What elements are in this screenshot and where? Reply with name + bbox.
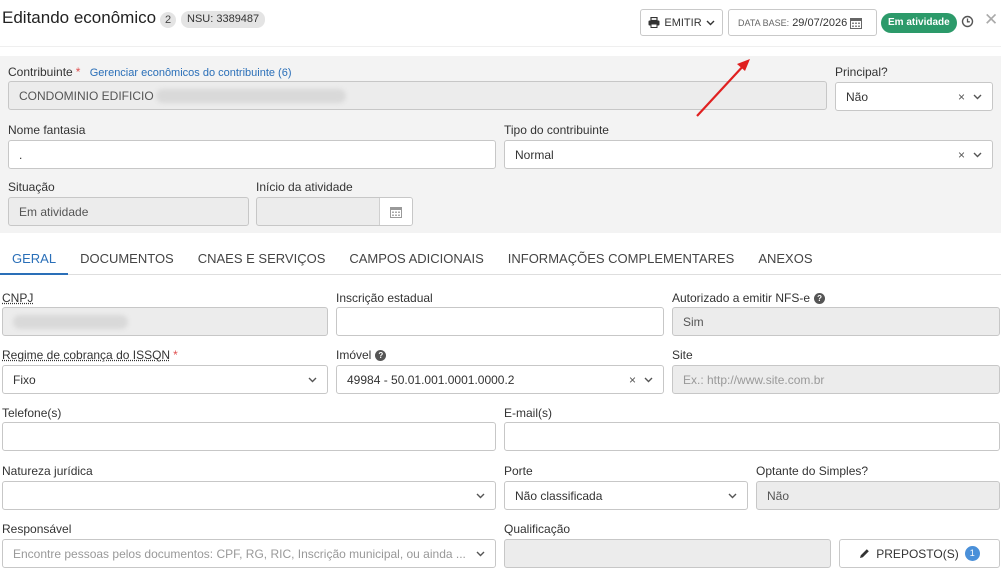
natureza-juridica-select[interactable] xyxy=(2,481,496,510)
tipo-contribuinte-label: Tipo do contribuinte xyxy=(504,123,609,137)
porte-value: Não classificada xyxy=(515,489,602,503)
status-badge: Em atividade xyxy=(881,13,957,33)
qualificacao-label: Qualificação xyxy=(504,522,570,536)
responsavel-label: Responsável xyxy=(2,522,71,536)
imovel-select[interactable]: 49984 - 50.01.001.0001.0000.2 × xyxy=(336,365,664,394)
cnpj-field[interactable] xyxy=(2,307,328,336)
clear-icon[interactable]: × xyxy=(958,90,965,104)
nome-fantasia-input[interactable]: . xyxy=(8,140,496,169)
data-base-picker[interactable]: DATA BASE: 29/07/2026 xyxy=(728,9,877,36)
nsu-badge: NSU: 3389487 xyxy=(181,11,265,28)
tab-cnaes-servicos[interactable]: CNAES E SERVIÇOS xyxy=(186,243,338,275)
chevron-down-icon xyxy=(476,493,485,499)
natureza-juridica-label: Natureza jurídica xyxy=(2,464,93,478)
pencil-icon xyxy=(859,548,870,559)
contribuinte-label-row: Contribuinte * Gerenciar econômicos do co… xyxy=(8,65,292,79)
prepostos-button[interactable]: PREPOSTO(S) 1 xyxy=(839,539,1000,568)
principal-value: Não xyxy=(846,90,868,104)
required-marker: * xyxy=(173,348,178,362)
chevron-down-icon xyxy=(706,20,715,26)
annotation-arrow-icon xyxy=(690,55,760,120)
regime-value: Fixo xyxy=(13,373,36,387)
site-input[interactable]: Ex.: http://www.site.com.br xyxy=(672,365,1000,394)
telefone-input[interactable] xyxy=(2,422,496,451)
chevron-down-icon xyxy=(476,551,485,557)
required-marker: * xyxy=(76,65,81,79)
situacao-field[interactable]: Em atividade xyxy=(8,197,249,226)
contribuinte-value: CONDOMINIO EDIFICIO xyxy=(19,89,154,103)
tab-bar: GERAL DOCUMENTOS CNAES E SERVIÇOS CAMPOS… xyxy=(0,243,1001,275)
prepostos-count: 1 xyxy=(965,546,980,561)
chevron-down-icon xyxy=(973,152,982,158)
inicio-atividade-label: Início da atividade xyxy=(256,180,353,194)
porte-label: Porte xyxy=(504,464,533,478)
chevron-down-icon xyxy=(644,377,653,383)
emitir-button[interactable]: EMITIR xyxy=(640,9,723,36)
responsavel-placeholder: Encontre pessoas pelos documentos: CPF, … xyxy=(13,547,466,561)
chevron-down-icon xyxy=(728,493,737,499)
inicio-atividade-input[interactable] xyxy=(256,197,413,226)
inscricao-estadual-input[interactable] xyxy=(336,307,664,336)
close-icon[interactable]: ✕ xyxy=(984,11,998,28)
nfse-label-row: Autorizado a emitir NFS-e? xyxy=(672,291,825,305)
imovel-value: 49984 - 50.01.001.0001.0000.2 xyxy=(347,373,514,387)
site-label: Site xyxy=(672,348,693,362)
telefone-label: Telefone(s) xyxy=(2,406,61,420)
printer-icon xyxy=(648,17,660,28)
inscricao-estadual-label: Inscrição estadual xyxy=(336,291,433,305)
principal-select[interactable]: Não × xyxy=(835,82,993,111)
imovel-label: Imóvel xyxy=(336,348,371,362)
regime-label-row: Regime de cobrança do ISSQN * xyxy=(2,348,178,362)
email-label: E-mail(s) xyxy=(504,406,552,420)
clear-icon[interactable]: × xyxy=(629,373,636,387)
calendar-icon xyxy=(850,17,862,29)
nome-fantasia-label: Nome fantasia xyxy=(8,123,85,137)
contribuinte-label: Contribuinte xyxy=(8,65,73,79)
redacted-text xyxy=(13,315,128,329)
site-placeholder: Ex.: http://www.site.com.br xyxy=(683,373,824,387)
tab-documentos[interactable]: DOCUMENTOS xyxy=(68,243,186,275)
prepostos-label: PREPOSTO(S) xyxy=(876,547,958,561)
page-title: Editando econômico xyxy=(2,8,156,28)
clear-icon[interactable]: × xyxy=(958,148,965,162)
nfse-field[interactable]: Sim xyxy=(672,307,1000,336)
regime-label: Regime de cobrança do ISSQN xyxy=(2,348,170,362)
data-base-label: DATA BASE: xyxy=(738,18,789,28)
data-base-value: 29/07/2026 xyxy=(792,17,847,29)
tab-anexos[interactable]: ANEXOS xyxy=(746,243,824,275)
porte-select[interactable]: Não classificada xyxy=(504,481,748,510)
situacao-label: Situação xyxy=(8,180,55,194)
chevron-down-icon xyxy=(973,94,982,100)
nfse-value: Sim xyxy=(683,315,704,329)
tab-campos-adicionais[interactable]: CAMPOS ADICIONAIS xyxy=(337,243,495,275)
history-icon[interactable] xyxy=(961,15,974,28)
emitir-label: EMITIR xyxy=(664,17,701,29)
calendar-icon xyxy=(390,206,402,218)
optante-simples-value: Não xyxy=(767,489,789,503)
tab-geral[interactable]: GERAL xyxy=(0,243,68,275)
optante-simples-field[interactable]: Não xyxy=(756,481,1000,510)
nome-fantasia-value: . xyxy=(19,148,22,162)
principal-label: Principal? xyxy=(835,65,888,79)
redacted-text xyxy=(156,89,346,103)
qualificacao-field[interactable] xyxy=(504,539,831,568)
imovel-label-row: Imóvel? xyxy=(336,348,386,362)
help-icon[interactable]: ? xyxy=(375,350,386,361)
gerenciar-economicos-link[interactable]: Gerenciar econômicos do contribuinte (6) xyxy=(90,67,292,79)
situacao-value: Em atividade xyxy=(19,205,88,219)
responsavel-select[interactable]: Encontre pessoas pelos documentos: CPF, … xyxy=(2,539,496,568)
calendar-button[interactable] xyxy=(379,198,412,225)
chevron-down-icon xyxy=(308,377,317,383)
cnpj-label: CNPJ xyxy=(2,291,33,305)
help-icon[interactable]: ? xyxy=(814,293,825,304)
nfse-label: Autorizado a emitir NFS-e xyxy=(672,291,810,305)
tipo-contribuinte-value: Normal xyxy=(515,148,554,162)
email-input[interactable] xyxy=(504,422,1000,451)
regime-select[interactable]: Fixo xyxy=(2,365,328,394)
optante-simples-label: Optante do Simples? xyxy=(756,464,868,478)
tab-informacoes-complementares[interactable]: INFORMAÇÕES COMPLEMENTARES xyxy=(496,243,747,275)
tipo-contribuinte-select[interactable]: Normal × xyxy=(504,140,993,169)
count-badge: 2 xyxy=(160,12,176,28)
header-divider xyxy=(0,46,1001,47)
